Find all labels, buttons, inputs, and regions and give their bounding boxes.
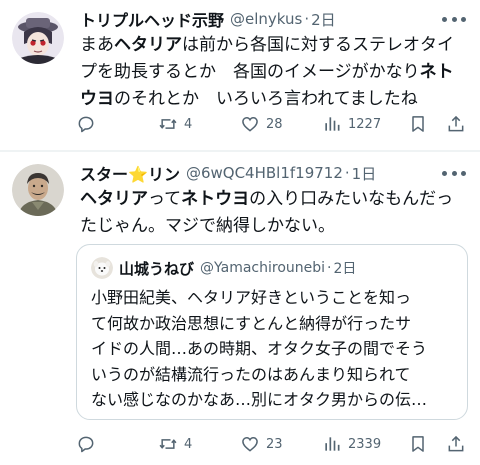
tweet-text: まあヘタリアは前から各国に対するステレオタイ プを助長するとか 各国のイメージが… xyxy=(80,32,470,113)
quoted-tweet[interactable]: 山城うねび @Yamachirounebi · 2日 小野田紀美、ヘタリア好きと… xyxy=(76,244,468,420)
like-count: 28 xyxy=(266,116,283,132)
view-count: 1227 xyxy=(348,116,382,132)
handle[interactable]: @6wQC4HBl1f19712 xyxy=(186,164,343,182)
display-name[interactable]: スター⭐リン xyxy=(80,161,180,185)
bookmark-icon xyxy=(412,436,424,452)
text-segment: まあ xyxy=(80,35,114,55)
avatar[interactable] xyxy=(12,12,64,64)
reply-button[interactable] xyxy=(76,432,102,456)
timestamp[interactable]: 2日 xyxy=(311,9,336,30)
view-count: 2339 xyxy=(348,436,382,452)
reply-icon xyxy=(78,436,94,453)
retweet-icon xyxy=(159,119,177,129)
retweet-count: 4 xyxy=(184,116,193,132)
like-count: 23 xyxy=(266,436,283,452)
avatar[interactable] xyxy=(12,164,64,216)
views-button[interactable]: 1227 xyxy=(322,112,381,136)
highlighted-keyword: ヘタリア xyxy=(114,35,182,55)
bookmark-button[interactable] xyxy=(408,432,428,456)
tweet-2[interactable]: スター⭐リン @6wQC4HBl1f19712 · 1日 ヘタリアってネトウヨの… xyxy=(0,152,480,465)
highlighted-keyword: ネトウヨ xyxy=(181,189,250,209)
star-emoji: ⭐ xyxy=(128,165,148,184)
timestamp[interactable]: 1日 xyxy=(352,163,377,184)
highlighted-keyword: ヘタリア xyxy=(80,189,148,209)
text-segment: って xyxy=(148,189,182,209)
retweet-count: 4 xyxy=(184,436,193,452)
reply-icon xyxy=(78,116,94,133)
action-bar: 4 23 2339 xyxy=(74,432,474,456)
share-icon xyxy=(448,435,464,452)
heart-icon xyxy=(242,116,258,132)
heart-icon xyxy=(242,436,258,452)
quote-display-name[interactable]: 山城うねび xyxy=(119,258,194,279)
tweet-header: スター⭐リン @6wQC4HBl1f19712 · 1日 xyxy=(80,162,376,184)
separator: · xyxy=(327,260,332,276)
quote-handle[interactable]: @Yamachirounebi xyxy=(200,260,325,276)
share-button[interactable] xyxy=(446,432,466,456)
quote-avatar[interactable] xyxy=(91,257,113,279)
reply-button[interactable] xyxy=(76,112,102,136)
dog-avatar-icon xyxy=(91,257,113,279)
separator: · xyxy=(304,10,310,28)
handle[interactable]: @elnykus xyxy=(230,10,302,28)
views-icon xyxy=(325,117,340,131)
display-name-part: リン xyxy=(147,165,180,184)
quote-header: 山城うねび @Yamachirounebi · 2日 xyxy=(119,256,356,280)
action-bar: 4 28 1227 xyxy=(74,112,474,136)
tweet-header: トリプルヘッド示野 @elnykus · 2日 xyxy=(80,8,336,30)
share-icon xyxy=(448,115,464,132)
views-icon xyxy=(325,437,340,451)
like-button[interactable]: 23 xyxy=(240,432,283,456)
text-segment: のそれとか いろいろ言われてましたね xyxy=(114,89,418,109)
more-options-icon[interactable] xyxy=(442,164,466,182)
portrait-avatar-icon xyxy=(12,164,64,216)
anime-avatar-icon xyxy=(12,12,64,64)
retweet-icon xyxy=(159,439,177,449)
tweet-1[interactable]: トリプルヘッド示野 @elnykus · 2日 まあヘタリアは前から各国に対する… xyxy=(0,0,480,150)
separator: · xyxy=(344,164,350,182)
bookmark-icon xyxy=(412,116,424,132)
tweet-text: ヘタリアってネトウヨの入り口みたいなもんだっ たじゃん。マジで納得しかない。 xyxy=(80,186,470,240)
retweet-button[interactable]: 4 xyxy=(158,112,192,136)
retweet-button[interactable]: 4 xyxy=(158,432,192,456)
bookmark-button[interactable] xyxy=(408,112,428,136)
more-options-icon[interactable] xyxy=(442,10,466,28)
display-name-part: スター xyxy=(80,165,129,184)
views-button[interactable]: 2339 xyxy=(322,432,381,456)
display-name[interactable]: トリプルヘッド示野 xyxy=(80,7,224,31)
quote-text: 小野田紀美、ヘタリア好きということを知っ て何故か政治思想にすとんと納得が行った… xyxy=(91,288,428,409)
like-button[interactable]: 28 xyxy=(240,112,283,136)
share-button[interactable] xyxy=(446,112,466,136)
quote-timestamp[interactable]: 2日 xyxy=(334,258,357,278)
